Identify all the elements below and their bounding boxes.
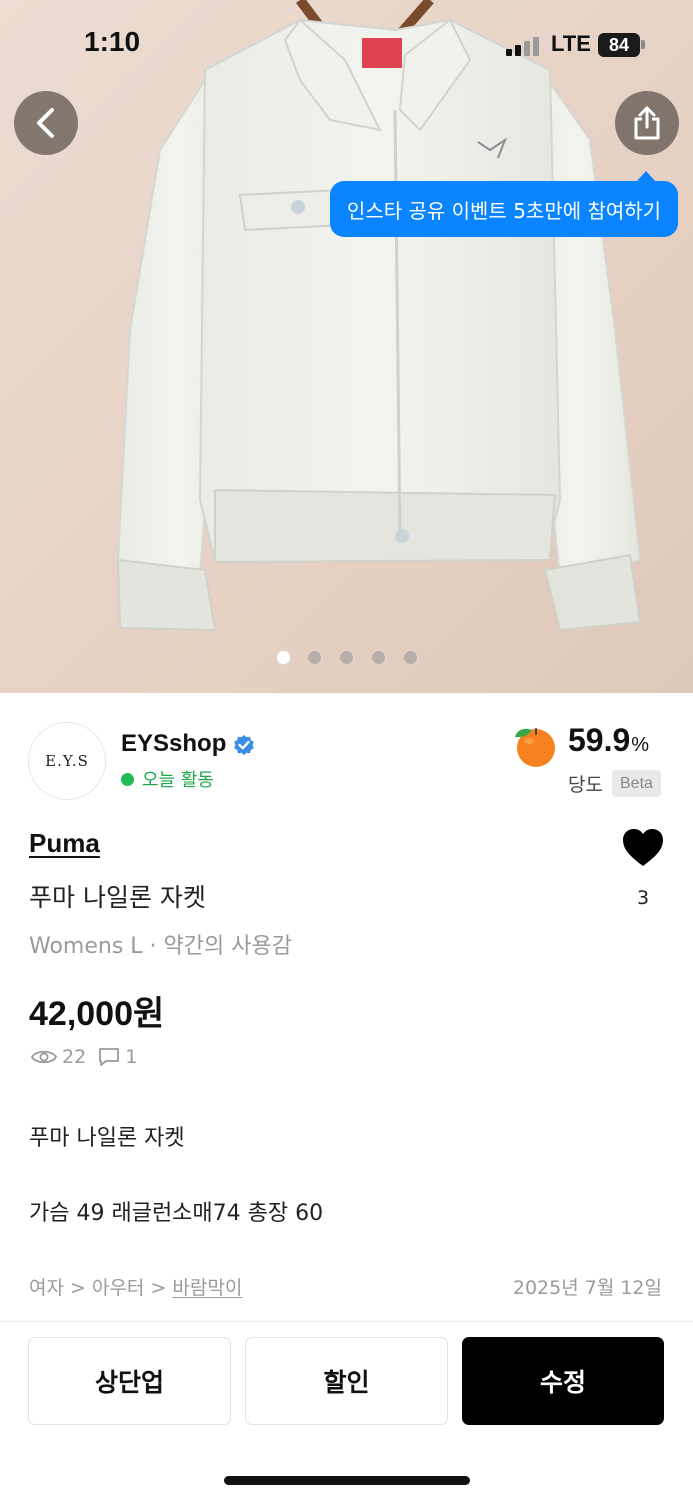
sweetness-unit: % xyxy=(631,734,650,756)
product-photo xyxy=(0,0,693,693)
activity-label: 오늘 활동 xyxy=(142,770,214,791)
eye-icon xyxy=(31,1050,57,1064)
chats-stat: 1 xyxy=(98,1046,137,1068)
beta-badge: Beta xyxy=(612,770,661,797)
share-icon xyxy=(634,106,660,140)
edit-button[interactable]: 수정 xyxy=(462,1337,664,1425)
category-path: 여자 > 아우터 > xyxy=(29,1277,173,1299)
discount-button[interactable]: 할인 xyxy=(245,1337,448,1425)
product-title: 푸마 나일론 자켓 xyxy=(29,883,206,912)
share-button[interactable] xyxy=(615,91,679,155)
sweetness-value: 59.9 xyxy=(568,722,631,758)
share-event-tooltip[interactable]: 인스타 공유 이벤트 5초만에 참여하기 xyxy=(330,181,678,237)
category-breadcrumb: 여자 > 아우터 > 바람막이 xyxy=(29,1273,242,1300)
network-type: LTE xyxy=(551,31,591,56)
battery-level: 84 xyxy=(598,33,640,57)
views-count: 22 xyxy=(62,1046,87,1068)
page-dot-3[interactable] xyxy=(339,650,354,665)
sweetness-score: 59.9% xyxy=(568,722,649,759)
back-button[interactable] xyxy=(14,91,78,155)
seller-activity-status: 오늘 활동 xyxy=(121,766,214,792)
bump-button[interactable]: 상단업 xyxy=(28,1337,231,1425)
brand-link[interactable]: Puma xyxy=(29,828,100,859)
carousel-page-indicator xyxy=(0,650,693,666)
verified-badge-icon xyxy=(234,735,254,755)
views-stat: 22 xyxy=(31,1046,86,1068)
seller-avatar[interactable]: E.Y.S xyxy=(28,722,106,800)
chats-count: 1 xyxy=(125,1046,138,1068)
page-dot-1[interactable] xyxy=(276,650,291,665)
like-heart-icon[interactable] xyxy=(621,828,665,868)
battery-tip xyxy=(641,40,645,49)
orange-fruit-icon xyxy=(515,728,555,767)
description-line-1: 푸마 나일론 자켓 xyxy=(29,1126,185,1151)
online-dot-icon xyxy=(121,772,134,786)
home-indicator[interactable] xyxy=(224,1476,470,1485)
product-price: 42,000원 xyxy=(29,995,165,1033)
status-bar: 1:10 LTE 84 xyxy=(0,0,693,92)
product-photo-carousel[interactable]: 1:10 LTE 84 인스타 공유 이벤트 5초만에 참여하기 xyxy=(0,0,693,693)
product-size-condition: Womens L · 약간의 사용감 xyxy=(29,934,292,959)
status-time: 1:10 xyxy=(84,26,141,57)
description-line-2: 가슴 49 래글런소매74 총장 60 xyxy=(29,1201,324,1226)
bottom-bar-divider xyxy=(0,1321,693,1322)
posted-date: 2025년 7월 12일 xyxy=(512,1277,662,1299)
chevron-left-icon xyxy=(37,108,54,138)
category-leaf-link[interactable]: 바람막이 xyxy=(172,1277,242,1299)
sweetness-label: 당도 xyxy=(568,774,603,796)
page-dot-2[interactable] xyxy=(307,650,322,665)
cellular-signal-icon xyxy=(506,37,539,56)
page-dot-4[interactable] xyxy=(371,650,386,665)
seller-name[interactable]: EYSshop xyxy=(121,730,226,758)
like-count: 3 xyxy=(636,887,650,909)
product-stats: 22 1 xyxy=(31,1046,149,1068)
chat-bubble-icon xyxy=(99,1048,120,1066)
page-dot-5[interactable] xyxy=(403,650,418,665)
